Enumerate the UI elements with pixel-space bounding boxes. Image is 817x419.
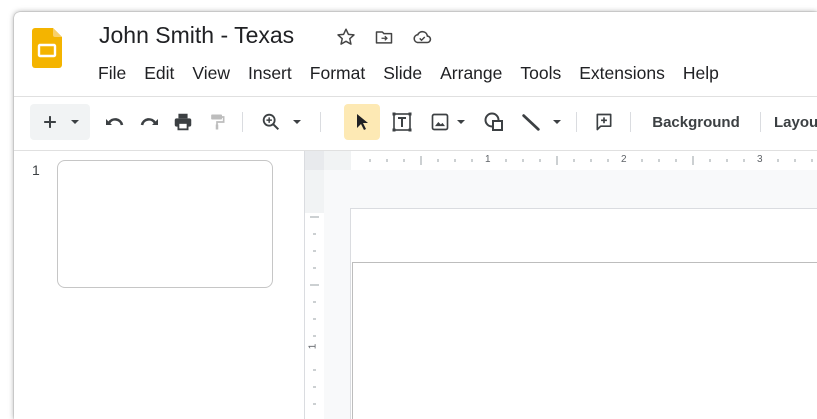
toolbar: Background Layou: [30, 104, 817, 140]
text-box-button[interactable]: [384, 104, 420, 140]
toolbar-separator: [630, 112, 631, 132]
image-icon: [430, 112, 450, 132]
menu-edit[interactable]: Edit: [135, 61, 183, 85]
add-comment-icon: [594, 112, 614, 132]
chevron-down-icon: [552, 117, 562, 127]
redo-icon: [137, 110, 161, 134]
slide-placeholder-box[interactable]: [352, 262, 817, 419]
menu-extensions[interactable]: Extensions: [570, 61, 674, 85]
toolbar-separator: [576, 112, 577, 132]
ruler-active-region: 1: [305, 213, 324, 419]
new-slide-button[interactable]: [30, 104, 90, 140]
undo-button[interactable]: [100, 104, 130, 140]
paint-roller-icon: [207, 112, 227, 132]
header-divider: [14, 96, 817, 97]
star-icon[interactable]: [334, 25, 358, 49]
layout-button[interactable]: Layou: [774, 104, 817, 140]
toolbar-separator: [760, 112, 761, 132]
redo-button[interactable]: [134, 104, 164, 140]
print-button[interactable]: [168, 104, 198, 140]
menu-format[interactable]: Format: [301, 61, 374, 85]
menu-view[interactable]: View: [183, 61, 239, 85]
ruler-label-v1: 1: [307, 343, 319, 350]
cursor-arrow-icon: [353, 112, 371, 132]
insert-comment-button[interactable]: [586, 104, 622, 140]
shape-button[interactable]: [476, 104, 512, 140]
menu-slide[interactable]: Slide: [374, 61, 431, 85]
zoom-button[interactable]: [252, 104, 310, 140]
insert-image-button[interactable]: [424, 104, 472, 140]
slide-filmstrip: 1: [14, 151, 304, 419]
text-box-icon: [390, 110, 414, 134]
ruler-label-1: 1: [485, 154, 491, 165]
chevron-down-icon: [292, 117, 302, 127]
ruler-active-region: 1 2 3: [351, 151, 817, 170]
select-tool-button[interactable]: [344, 104, 380, 140]
chevron-down-icon: [456, 117, 466, 127]
ruler-ticks: [369, 156, 813, 165]
menu-bar: File Edit View Insert Format Slide Arran…: [94, 61, 728, 85]
chevron-down-icon[interactable]: [70, 117, 80, 127]
shapes-icon: [482, 110, 506, 134]
move-to-folder-icon[interactable]: [372, 25, 396, 49]
ruler-label-2: 2: [621, 154, 627, 165]
zoom-in-icon: [260, 111, 282, 133]
ruler-label-3: 3: [757, 154, 763, 165]
google-slides-app-icon[interactable]: [32, 28, 62, 68]
toolbar-separator: [320, 112, 321, 132]
menu-insert[interactable]: Insert: [239, 61, 301, 85]
slide-thumbnail[interactable]: [57, 160, 273, 288]
vertical-ruler[interactable]: 1: [305, 170, 324, 419]
menu-tools[interactable]: Tools: [511, 61, 570, 85]
document-title[interactable]: John Smith - Texas: [99, 22, 294, 49]
slide-number: 1: [32, 162, 40, 178]
menu-help[interactable]: Help: [674, 61, 728, 85]
ruler-corner: [305, 151, 324, 170]
menu-arrange[interactable]: Arrange: [431, 61, 511, 85]
background-button[interactable]: Background: [638, 104, 754, 140]
slide-canvas-area: 1 2 3 1: [305, 151, 817, 419]
horizontal-ruler[interactable]: 1 2 3: [305, 151, 817, 170]
title-actions: [334, 25, 434, 49]
undo-icon: [103, 110, 127, 134]
plus-icon: [40, 112, 60, 132]
ruler-ticks: [310, 216, 319, 405]
paint-format-button[interactable]: [202, 104, 232, 140]
menu-file[interactable]: File: [94, 61, 135, 85]
line-button[interactable]: [516, 104, 566, 140]
cloud-saved-icon[interactable]: [410, 25, 434, 49]
toolbar-separator: [242, 112, 243, 132]
line-icon: [520, 111, 542, 133]
slides-window: John Smith - Texas File Edit View Insert…: [14, 12, 817, 419]
print-icon: [172, 111, 194, 133]
